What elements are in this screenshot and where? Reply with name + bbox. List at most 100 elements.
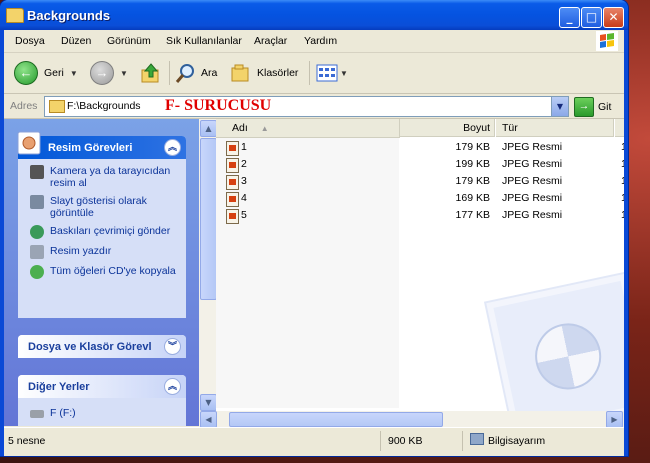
toolbar: ← Geri ▼ → ▼ Ara Klasörler ▼ (4, 53, 624, 94)
scrollbar-thumb[interactable] (229, 412, 443, 427)
file-date: 10 (621, 141, 624, 153)
expand-icon[interactable]: ︾ (164, 338, 181, 355)
go-arrow-icon: → (574, 97, 594, 117)
menu-bar: Dosya Düzen Görünüm Sık Kullanılanlar Ar… (4, 30, 624, 53)
jpeg-file-icon (226, 209, 239, 224)
back-arrow-icon: ← (14, 61, 38, 85)
menu-araclar[interactable]: Araçlar (254, 35, 287, 47)
jpeg-file-icon (226, 158, 239, 173)
column-name[interactable]: Adı ▲ (216, 119, 400, 138)
table-row[interactable]: 5 177 KB JPEG Resmi 10 (216, 207, 624, 224)
scroll-left-icon[interactable]: ◀ (200, 411, 217, 428)
task-pane: Resim Görevleri ︽ Kamera ya da tarayıcıd… (4, 119, 199, 426)
link-order-prints[interactable]: Baskıları çevrimiçi gönder (30, 225, 180, 239)
views-button[interactable]: ▼ (316, 61, 348, 85)
globe-icon (30, 225, 44, 239)
table-row[interactable]: 3 179 KB JPEG Resmi 10 (216, 173, 624, 190)
search-icon (175, 64, 194, 83)
close-button[interactable]: ✕ (603, 7, 624, 28)
file-date: 10 (621, 158, 624, 170)
link-label: Tüm öğeleri CD'ye kopyala (50, 265, 176, 277)
link-label: Resim yazdır (50, 245, 112, 257)
link-label: Slayt gösterisi olarak görüntüle (50, 195, 147, 219)
folders-button[interactable]: Klasörler (230, 61, 298, 85)
link-scan-picture[interactable]: Kamera ya da tarayıcıdan resim al (30, 165, 180, 189)
file-date: 10 (621, 209, 624, 221)
picture-tasks-title: Resim Görevleri (48, 142, 133, 154)
menu-duzen[interactable]: Düzen (61, 35, 91, 47)
file-tasks-header[interactable]: Dosya ve Klasör Görevl ︾ (18, 335, 186, 358)
computer-icon (470, 433, 484, 445)
link-print-picture[interactable]: Resim yazdır (30, 245, 180, 259)
table-row[interactable]: 2 199 KB JPEG Resmi 10 (216, 156, 624, 173)
table-row[interactable]: 4 169 KB JPEG Resmi 10 (216, 190, 624, 207)
column-type[interactable]: Tür (496, 119, 614, 137)
link-copy-to-cd[interactable]: Tüm öğeleri CD'ye kopyala (30, 265, 180, 279)
link-label: Baskıları çevrimiçi gönder (50, 225, 171, 237)
file-name: 5 (241, 209, 247, 221)
toolbar-divider (169, 61, 170, 85)
picture-tasks-header[interactable]: Resim Görevleri ︽ (17, 131, 186, 159)
scroll-right-icon[interactable]: ▶ (606, 411, 623, 428)
status-location: Bilgisayarım (470, 433, 545, 449)
go-label: Git (598, 101, 612, 113)
jpeg-file-icon (226, 141, 239, 156)
other-places-title: Diğer Yerler (28, 381, 90, 393)
chevron-down-icon[interactable]: ▼ (120, 69, 128, 78)
scroll-down-icon[interactable]: ▼ (200, 394, 217, 411)
file-type: JPEG Resmi (502, 141, 563, 153)
sort-ascending-icon: ▲ (260, 124, 269, 133)
other-places-header[interactable]: Diğer Yerler ︽ (18, 375, 186, 398)
menu-gorunum[interactable]: Görünüm (107, 35, 151, 47)
forward-button[interactable]: → ▼ (90, 61, 128, 85)
file-date: 10 (621, 175, 624, 187)
title-bar[interactable]: Backgrounds _ □ ✕ (0, 0, 628, 30)
jpeg-file-icon (226, 175, 239, 190)
go-button[interactable]: → Git (574, 97, 611, 117)
menu-favorites[interactable]: Sık Kullanılanlar (166, 35, 242, 47)
other-places-panel: Diğer Yerler ︽ F (F:) (18, 375, 186, 426)
status-count: 5 nesne (8, 435, 46, 447)
link-label: F (F:) (50, 407, 76, 419)
file-type: JPEG Resmi (502, 209, 563, 221)
chevron-down-icon[interactable]: ▼ (340, 69, 348, 78)
address-value: F:\Backgrounds (67, 100, 141, 112)
minimize-button[interactable]: _ (559, 7, 580, 28)
menu-yardim[interactable]: Yardım (304, 35, 337, 47)
table-row[interactable]: 1 179 KB JPEG Resmi 10 (216, 139, 624, 156)
address-label: Adres (10, 100, 38, 112)
chevron-down-icon[interactable]: ▼ (551, 97, 568, 116)
menu-dosya[interactable]: Dosya (15, 35, 45, 47)
file-type: JPEG Resmi (502, 175, 563, 187)
search-button[interactable]: Ara (175, 61, 217, 85)
status-bar: 5 nesne 900 KB Bilgisayarım (4, 427, 624, 454)
back-button[interactable]: ← Geri ▼ (14, 61, 78, 85)
other-places-body: F (F:) (18, 398, 186, 426)
status-divider (380, 431, 381, 451)
chevron-down-icon[interactable]: ▼ (70, 69, 78, 78)
up-folder-icon (141, 63, 159, 83)
link-slideshow[interactable]: Slayt gösterisi olarak görüntüle (30, 195, 180, 219)
collapse-icon[interactable]: ︽ (164, 139, 181, 156)
status-size: 900 KB (388, 435, 423, 447)
printer-icon (30, 245, 44, 259)
slideshow-icon (30, 195, 44, 209)
address-input[interactable]: F:\Backgrounds F- SURUCUSU ▼ (44, 96, 569, 117)
taskpane-scrollbar[interactable]: ▲ ▼ (199, 119, 217, 426)
column-date[interactable]: D (615, 119, 624, 137)
horizontal-scrollbar[interactable]: ◀ ▶ (199, 411, 624, 428)
drive-icon (30, 410, 44, 418)
file-name: 4 (241, 192, 247, 204)
cd-copy-icon (30, 265, 44, 279)
maximize-button[interactable]: □ (581, 7, 602, 28)
column-size[interactable]: Boyut (400, 119, 495, 137)
scroll-up-icon[interactable]: ▲ (200, 120, 217, 137)
file-list: Adı ▲ Boyut Tür D 1 179 KB JPEG Resmi 10… (216, 119, 624, 426)
link-drive-f[interactable]: F (F:) (30, 407, 180, 419)
toolbar-divider (309, 61, 310, 85)
back-label: Geri (44, 67, 64, 79)
collapse-icon[interactable]: ︽ (164, 378, 181, 395)
up-folder-button[interactable] (140, 61, 162, 85)
file-size: 169 KB (455, 192, 490, 204)
scrollbar-thumb[interactable] (200, 138, 217, 300)
